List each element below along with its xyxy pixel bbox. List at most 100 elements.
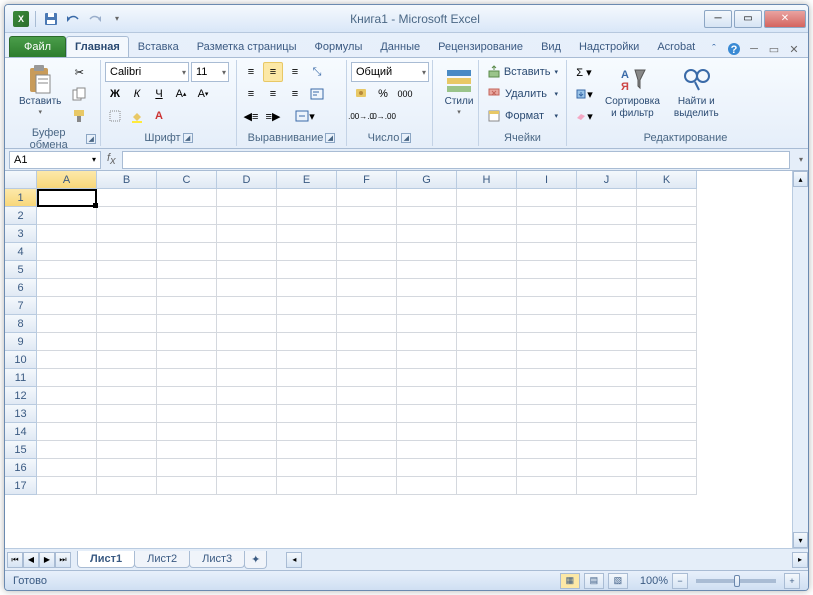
cell[interactable]	[37, 207, 97, 225]
cell[interactable]	[277, 225, 337, 243]
worksheet[interactable]: ABCDEFGHIJK 1234567891011121314151617	[5, 171, 792, 548]
redo-icon[interactable]	[86, 10, 104, 28]
cell[interactable]	[337, 189, 397, 207]
increase-indent-icon[interactable]: ≡▶	[263, 106, 283, 126]
cell[interactable]	[517, 279, 577, 297]
grow-font-icon[interactable]: A▴	[171, 84, 191, 104]
row-header[interactable]: 13	[5, 405, 37, 423]
cell[interactable]	[397, 459, 457, 477]
cell[interactable]	[277, 423, 337, 441]
scroll-left-button[interactable]: ◂	[286, 552, 302, 568]
next-sheet-button[interactable]: ▶	[39, 552, 55, 568]
cell[interactable]	[97, 279, 157, 297]
cell[interactable]	[577, 441, 637, 459]
cell[interactable]	[37, 405, 97, 423]
borders-icon[interactable]	[105, 106, 125, 126]
cell[interactable]	[277, 369, 337, 387]
cell[interactable]	[337, 477, 397, 495]
cell[interactable]	[277, 261, 337, 279]
cell[interactable]	[457, 207, 517, 225]
cell[interactable]	[277, 405, 337, 423]
last-sheet-button[interactable]: ⏭	[55, 552, 71, 568]
cell[interactable]	[337, 441, 397, 459]
cell[interactable]	[397, 441, 457, 459]
cell[interactable]	[97, 477, 157, 495]
align-left-icon[interactable]: ≡	[241, 84, 261, 104]
cell[interactable]	[457, 459, 517, 477]
cell[interactable]	[97, 225, 157, 243]
cell[interactable]	[157, 405, 217, 423]
expand-formula-bar[interactable]: ▾	[794, 155, 808, 164]
cell[interactable]	[637, 387, 697, 405]
prev-sheet-button[interactable]: ◀	[23, 552, 39, 568]
cell[interactable]	[577, 333, 637, 351]
cell[interactable]	[637, 261, 697, 279]
col-header[interactable]: C	[157, 171, 217, 189]
cell[interactable]	[157, 351, 217, 369]
page-break-view-button[interactable]: ▧	[608, 573, 628, 589]
paste-button[interactable]: Вставить ▾	[13, 62, 67, 118]
cell[interactable]	[337, 243, 397, 261]
row-header[interactable]: 2	[5, 207, 37, 225]
hscroll-track[interactable]	[302, 552, 792, 568]
cell[interactable]	[277, 297, 337, 315]
cell[interactable]	[37, 369, 97, 387]
cell[interactable]	[577, 459, 637, 477]
increase-decimal-icon[interactable]: .00→.0	[351, 106, 371, 126]
cell[interactable]	[277, 189, 337, 207]
cell[interactable]	[37, 459, 97, 477]
cell[interactable]	[97, 297, 157, 315]
cell[interactable]	[337, 333, 397, 351]
cell[interactable]	[637, 441, 697, 459]
col-header[interactable]: G	[397, 171, 457, 189]
zoom-slider[interactable]	[696, 579, 776, 583]
cell[interactable]	[277, 315, 337, 333]
cell[interactable]	[277, 207, 337, 225]
cell[interactable]	[457, 441, 517, 459]
cell[interactable]	[457, 369, 517, 387]
cell[interactable]	[337, 459, 397, 477]
cell[interactable]	[337, 423, 397, 441]
cell[interactable]	[337, 387, 397, 405]
page-layout-view-button[interactable]: ▤	[584, 573, 604, 589]
cell[interactable]	[457, 387, 517, 405]
font-launcher[interactable]: ◢	[183, 133, 193, 143]
cell[interactable]	[217, 459, 277, 477]
align-center-icon[interactable]: ≡	[263, 84, 283, 104]
col-header[interactable]: I	[517, 171, 577, 189]
cell[interactable]	[457, 189, 517, 207]
cell[interactable]	[577, 387, 637, 405]
ribbon-tab-3[interactable]: Формулы	[305, 36, 371, 57]
cell[interactable]	[37, 261, 97, 279]
zoom-level[interactable]: 100%	[640, 575, 668, 587]
cell[interactable]	[397, 369, 457, 387]
select-all-corner[interactable]	[5, 171, 37, 189]
scroll-down-button[interactable]: ▾	[793, 532, 808, 548]
cell[interactable]	[577, 297, 637, 315]
insert-cells-button[interactable]: Вставить▾	[483, 62, 562, 82]
ribbon-tab-8[interactable]: Acrobat	[648, 36, 704, 57]
cell[interactable]	[637, 279, 697, 297]
first-sheet-button[interactable]: ⏮	[7, 552, 23, 568]
cell[interactable]	[337, 279, 397, 297]
cell[interactable]	[397, 225, 457, 243]
ribbon-tab-2[interactable]: Разметка страницы	[188, 36, 306, 57]
cell[interactable]	[517, 261, 577, 279]
cell[interactable]	[577, 351, 637, 369]
align-bottom-icon[interactable]: ≡	[285, 62, 305, 82]
cell[interactable]	[637, 243, 697, 261]
cell[interactable]	[337, 207, 397, 225]
cell[interactable]	[97, 333, 157, 351]
minimize-button[interactable]: ─	[704, 10, 732, 28]
cell[interactable]	[397, 207, 457, 225]
sheet-tab[interactable]: Лист3	[189, 551, 245, 568]
cell[interactable]	[97, 441, 157, 459]
cell[interactable]	[337, 369, 397, 387]
cell[interactable]	[337, 261, 397, 279]
scroll-up-button[interactable]: ▴	[793, 171, 808, 187]
cell[interactable]	[157, 261, 217, 279]
cell[interactable]	[517, 315, 577, 333]
cell[interactable]	[577, 261, 637, 279]
row-header[interactable]: 3	[5, 225, 37, 243]
delete-cells-button[interactable]: Удалить▾	[483, 84, 562, 104]
